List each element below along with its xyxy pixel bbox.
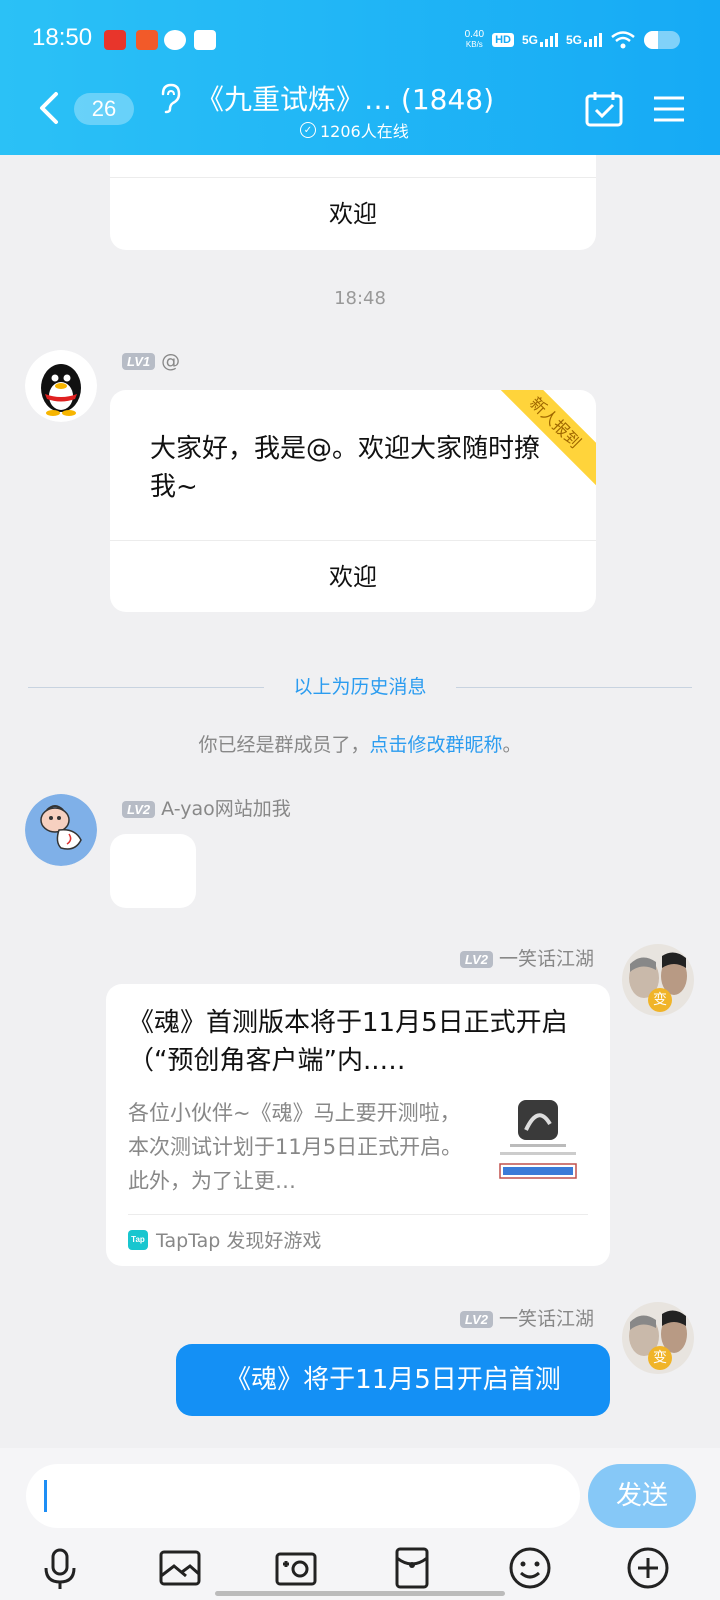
share-source: Tap TapTap 发现好游戏 (128, 1214, 588, 1264)
check-circle-icon: ✓ (300, 122, 316, 138)
status-right: 0.40 KB/s HD 5G 5G (465, 26, 680, 54)
sender-nickname: 一笑话江湖 (498, 1308, 594, 1330)
input-bar: 发送 (0, 1448, 720, 1600)
welcome-button[interactable]: 欢迎 (110, 177, 596, 249)
menu-icon[interactable] (652, 94, 686, 124)
level-badge: LV2 (459, 951, 493, 968)
camera-icon[interactable] (272, 1544, 320, 1592)
emoji-icon[interactable] (506, 1544, 554, 1592)
ear-icon (161, 83, 181, 114)
hd-icon: HD (492, 33, 514, 47)
red-packet-icon[interactable] (388, 1544, 436, 1592)
network-speed-unit: KB/s (465, 40, 483, 49)
sender-name: LV2 一笑话江湖 (459, 1304, 594, 1331)
member-notice: 你已经是群成员了，点击修改群昵称。 (0, 730, 720, 757)
history-divider-text: 以上为历史消息 (293, 676, 427, 698)
image-message-bubble[interactable] (110, 834, 196, 908)
text-caret (44, 1480, 47, 1512)
avatar[interactable]: 变 (622, 944, 694, 1016)
level-badge: LV2 (122, 801, 156, 818)
taptap-logo-icon: Tap (128, 1229, 148, 1250)
avatar-badge: 变 (648, 988, 672, 1012)
sender-nickname: A-yao网站加我 (161, 798, 291, 820)
image-icon[interactable] (156, 1544, 204, 1592)
title-bar: 18:50 0.40 KB/s HD 5G 5G 26 《九重试炼》… (184… (0, 0, 720, 155)
message-input[interactable] (26, 1464, 580, 1528)
signal-icon-sim1: 5G (522, 33, 558, 47)
battery-icon (644, 31, 680, 49)
sim2-label: 5G (565, 33, 582, 47)
status-time: 18:50 (32, 24, 93, 51)
shared-link-card[interactable]: 《魂》首测版本将于11月5日正式开启（“预创角客户端”内..… 各位小伙伴~《魂… (106, 984, 610, 1266)
plus-icon[interactable] (624, 1544, 672, 1592)
sim1-label: 5G (521, 33, 538, 47)
sender-name: LV2 A-yao网站加我 (122, 794, 291, 821)
toutiao-app-icon (104, 30, 126, 50)
signal-icon-sim2: 5G (566, 33, 602, 47)
send-button[interactable]: 发送 (588, 1464, 696, 1528)
newcomer-text: 大家好，我是@。欢迎大家随时撩我~ (150, 434, 541, 502)
history-divider: 以上为历史消息 (28, 672, 692, 702)
share-source-text: TapTap 发现好游戏 (156, 1230, 322, 1252)
message-timestamp: 18:48 (334, 288, 386, 309)
sender-name: LV2 一笑话江湖 (459, 944, 594, 971)
wifi-icon (611, 31, 635, 49)
sender-nickname: @ (161, 350, 181, 372)
avatar[interactable] (25, 350, 97, 422)
online-status: ✓ 1206人在线 (300, 118, 409, 142)
online-count: 1206人在线 (320, 122, 409, 141)
sender-name: LV1 @ (122, 350, 180, 372)
group-title[interactable]: 《九重试炼》… (1848) (196, 78, 494, 118)
network-speed-value: 0.40 (464, 29, 485, 40)
calendar-check-icon[interactable] (584, 90, 624, 128)
unread-count-badge[interactable]: 26 (74, 93, 134, 125)
level-badge: LV2 (459, 1311, 493, 1328)
back-arrow-icon[interactable] (30, 88, 70, 128)
message-app-icon (164, 30, 186, 50)
share-description: 各位小伙伴~《魂》马上要开测啦，本次测试计划于11月5日正式开启。此外，为了让更… (128, 1101, 463, 1193)
sender-nickname: 一笑话江湖 (498, 948, 594, 970)
member-notice-prefix: 你已经是群成员了， (198, 734, 370, 756)
microphone-icon[interactable] (36, 1544, 84, 1592)
text-message-bubble[interactable]: 《魂》将于11月5日开启首测 (176, 1344, 610, 1416)
welcome-card-top: 欢迎 (110, 155, 596, 250)
home-app-icon (194, 30, 216, 50)
share-thumbnail (490, 1094, 586, 1190)
newcomer-card: 新人报到 大家好，我是@。欢迎大家随时撩我~ 欢迎 (110, 390, 596, 612)
avatar[interactable] (25, 794, 97, 866)
home-indicator[interactable] (215, 1591, 505, 1596)
network-speed: 0.40 KB/s (465, 30, 484, 50)
share-title: 《魂》首测版本将于11月5日正式开启（“预创角客户端”内..… (128, 1008, 568, 1076)
avatar-badge: 变 (648, 1346, 672, 1370)
member-notice-suffix: 。 (502, 734, 522, 756)
orange-app-icon (136, 30, 158, 50)
edit-nickname-link[interactable]: 点击修改群昵称 (369, 734, 502, 756)
level-badge: LV1 (122, 353, 156, 370)
welcome-button[interactable]: 欢迎 (110, 540, 596, 612)
input-toolbar (0, 1544, 720, 1598)
avatar[interactable]: 变 (622, 1302, 694, 1374)
status-bar: 18:50 0.40 KB/s HD 5G 5G (0, 20, 720, 60)
